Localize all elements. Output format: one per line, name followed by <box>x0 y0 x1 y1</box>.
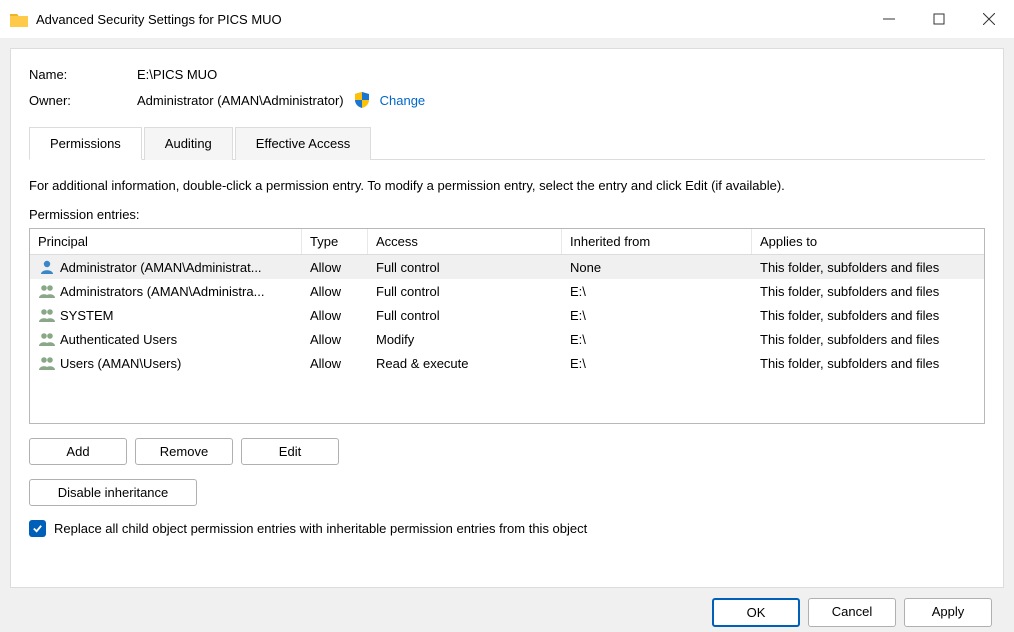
edit-button[interactable]: Edit <box>241 438 339 465</box>
principal-cell: Administrator (AMAN\Administrat... <box>60 260 262 275</box>
main-panel: Name: E:\PICS MUO Owner: Administrator (… <box>10 48 1004 588</box>
name-value: E:\PICS MUO <box>137 67 217 82</box>
table-row[interactable]: SYSTEM AllowFull controlE:\This folder, s… <box>30 303 984 327</box>
replace-checkbox-label: Replace all child object permission entr… <box>54 521 587 536</box>
minimize-button[interactable] <box>864 0 914 38</box>
disable-inheritance-button[interactable]: Disable inheritance <box>29 479 197 506</box>
dialog-buttons: OK Cancel Apply <box>10 588 1004 627</box>
access-cell: Full control <box>368 259 562 276</box>
group-icon <box>38 355 56 371</box>
col-access[interactable]: Access <box>368 229 562 254</box>
window-title: Advanced Security Settings for PICS MUO <box>36 12 864 27</box>
inherited-cell: E:\ <box>562 283 752 300</box>
tab-permissions[interactable]: Permissions <box>29 127 142 160</box>
group-icon <box>38 307 56 323</box>
table-row[interactable]: Authenticated Users AllowModifyE:\This fo… <box>30 327 984 351</box>
type-cell: Allow <box>302 355 368 372</box>
owner-label: Owner: <box>29 93 137 108</box>
replace-checkbox[interactable] <box>29 520 46 537</box>
applies-cell: This folder, subfolders and files <box>752 331 984 348</box>
add-button[interactable]: Add <box>29 438 127 465</box>
col-applies[interactable]: Applies to <box>752 229 984 254</box>
apply-button[interactable]: Apply <box>904 598 992 627</box>
tab-content: For additional information, double-click… <box>29 160 985 537</box>
principal-cell: Authenticated Users <box>60 332 177 347</box>
action-buttons-row: Add Remove Edit <box>29 438 985 465</box>
inherited-cell: E:\ <box>562 331 752 348</box>
group-icon <box>38 283 56 299</box>
close-button[interactable] <box>964 0 1014 38</box>
replace-checkbox-row: Replace all child object permission entr… <box>29 520 985 537</box>
table-header: Principal Type Access Inherited from App… <box>30 229 984 255</box>
permissions-table[interactable]: Principal Type Access Inherited from App… <box>29 228 985 424</box>
col-inherited[interactable]: Inherited from <box>562 229 752 254</box>
applies-cell: This folder, subfolders and files <box>752 283 984 300</box>
tab-auditing[interactable]: Auditing <box>144 127 233 160</box>
type-cell: Allow <box>302 331 368 348</box>
principal-cell: SYSTEM <box>60 308 113 323</box>
change-owner-link[interactable]: Change <box>380 93 426 108</box>
ok-button[interactable]: OK <box>712 598 800 627</box>
access-cell: Read & execute <box>368 355 562 372</box>
folder-icon <box>10 12 28 27</box>
window-controls <box>864 0 1014 38</box>
cancel-button[interactable]: Cancel <box>808 598 896 627</box>
type-cell: Allow <box>302 259 368 276</box>
inherited-cell: None <box>562 259 752 276</box>
remove-button[interactable]: Remove <box>135 438 233 465</box>
name-label: Name: <box>29 67 137 82</box>
applies-cell: This folder, subfolders and files <box>752 355 984 372</box>
applies-cell: This folder, subfolders and files <box>752 259 984 276</box>
col-principal[interactable]: Principal <box>30 229 302 254</box>
access-cell: Modify <box>368 331 562 348</box>
tabs: Permissions Auditing Effective Access <box>29 126 985 160</box>
access-cell: Full control <box>368 283 562 300</box>
shield-icon <box>354 92 370 108</box>
owner-row: Owner: Administrator (AMAN\Administrator… <box>29 92 985 108</box>
col-type[interactable]: Type <box>302 229 368 254</box>
inherited-cell: E:\ <box>562 355 752 372</box>
access-cell: Full control <box>368 307 562 324</box>
inheritance-row: Disable inheritance <box>29 479 985 506</box>
principal-cell: Users (AMAN\Users) <box>60 356 181 371</box>
type-cell: Allow <box>302 307 368 324</box>
principal-cell: Administrators (AMAN\Administra... <box>60 284 264 299</box>
entries-label: Permission entries: <box>29 207 985 222</box>
tab-effective-access[interactable]: Effective Access <box>235 127 371 160</box>
table-row[interactable]: Administrators (AMAN\Administra... AllowF… <box>30 279 984 303</box>
owner-value: Administrator (AMAN\Administrator) <box>137 93 344 108</box>
group-icon <box>38 331 56 347</box>
table-row[interactable]: Administrator (AMAN\Administrat... AllowF… <box>30 255 984 279</box>
inherited-cell: E:\ <box>562 307 752 324</box>
titlebar: Advanced Security Settings for PICS MUO <box>0 0 1014 38</box>
user-icon <box>38 259 56 275</box>
table-row[interactable]: Users (AMAN\Users) AllowRead & executeE:\… <box>30 351 984 375</box>
applies-cell: This folder, subfolders and files <box>752 307 984 324</box>
maximize-button[interactable] <box>914 0 964 38</box>
type-cell: Allow <box>302 283 368 300</box>
name-row: Name: E:\PICS MUO <box>29 67 985 82</box>
instruction-text: For additional information, double-click… <box>29 178 985 193</box>
